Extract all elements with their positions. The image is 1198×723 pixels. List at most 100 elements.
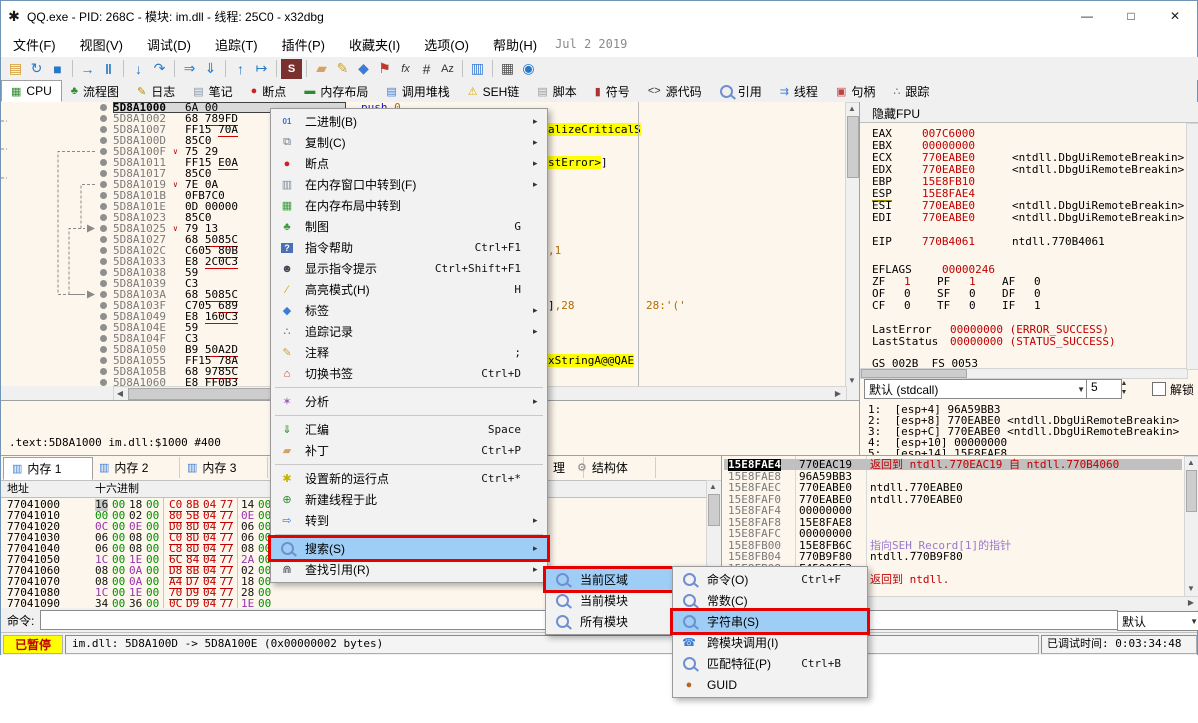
search-type-submenu-item[interactable]: ☎跨模块调用(I) [673,632,867,653]
close-button[interactable]: ✕ [1153,1,1197,31]
tab-symbols[interactable]: ▮符号 [586,80,639,102]
breakpoint-dot[interactable] [100,214,107,221]
tab-threads[interactable]: ⇉线程 [771,80,827,102]
breakpoint-dot[interactable] [100,104,107,111]
breakpoint-dot[interactable] [100,126,107,133]
restart-icon[interactable]: ↻ [26,59,47,79]
breakpoint-dot[interactable] [100,313,107,320]
flag-value[interactable]: 0 [904,300,911,312]
stack-row[interactable]: 15E8FB0015E8FB6C指向SEH_Record[1]的指针 [722,540,1182,551]
context-menu-item[interactable]: ◆标签▸ [271,300,547,321]
context-menu-item[interactable]: ●断点▸ [271,153,547,174]
minimize-button[interactable]: — [1065,1,1109,31]
calculator-icon[interactable]: ▦ [497,59,518,79]
breakpoint-dot[interactable] [100,148,107,155]
context-menu-item[interactable]: ♣制图G [271,216,547,237]
context-menu-item[interactable]: ☻显示指令提示Ctrl+Shift+F1 [271,258,547,279]
breakpoint-dot[interactable] [100,258,107,265]
context-menu-item[interactable]: ▰补丁Ctrl+P [271,440,547,461]
stack-row[interactable]: 15E8FAF400000000 [722,505,1182,516]
stack-row[interactable]: 15E8FAF815E8FAE8 [722,517,1182,528]
comment-icon[interactable]: ✎ [332,59,353,79]
search-type-submenu-item[interactable]: 常数(C) [673,590,867,611]
menubar-item[interactable]: 帮助(H) [481,31,549,58]
context-menu-item[interactable]: ⋒查找引用(R)▸ [271,559,547,580]
dump-tab-3[interactable]: ▥内存 3 [179,457,268,478]
registers-hscrollbar[interactable] [860,368,1188,379]
search-type-submenu-item[interactable]: 命令(O)Ctrl+F [673,569,867,590]
execute-till-return-icon[interactable]: ⇓ [200,59,221,79]
search-type-submenu-item[interactable]: 字符串(S) [673,611,867,632]
breakpoint-dot[interactable] [100,357,107,364]
breakpoint-dot[interactable] [100,181,107,188]
stop-icon[interactable]: ■ [47,59,68,79]
context-menu-item[interactable]: ⇨转到▸ [271,510,547,531]
az-icon[interactable]: Az [437,59,458,79]
tab-memory-map[interactable]: ▬内存布局 [295,80,377,102]
stack-row[interactable]: 15E8FAF0770EABE0ntdll.770EABE0 [722,494,1182,505]
breakpoint-dot[interactable] [100,115,107,122]
context-menu-item[interactable]: ✱设置新的运行点Ctrl+* [271,468,547,489]
run-trace-icon[interactable]: ↦ [251,59,272,79]
breakpoint-dot[interactable] [100,324,107,331]
breakpoint-dot[interactable] [100,137,107,144]
command-profile-dropdown[interactable]: 默认▼ [1117,611,1198,631]
calling-convention-dropdown[interactable]: 默认 (stdcall)▼ [864,379,1090,399]
tab-handles[interactable]: ▣句柄 [827,80,884,102]
menubar-item[interactable]: 追踪(T) [203,31,270,58]
menubar-item[interactable]: 视图(V) [68,31,135,58]
context-menu-item[interactable]: 搜索(S)▸ [271,538,547,559]
breakpoint-dot[interactable] [100,203,107,210]
context-menu-item[interactable]: ⌂切换书签Ctrl+D [271,363,547,384]
context-menu-item[interactable]: ✎注释; [271,342,547,363]
search-type-submenu-item[interactable]: 匹配特征(P)Ctrl+B [673,653,867,674]
hide-fpu-button[interactable]: 隐藏FPU [872,105,920,122]
flag-value[interactable]: 0 [969,300,976,312]
tab-trace[interactable]: ∴跟踪 [884,80,938,102]
run-icon[interactable]: → [77,59,98,79]
breakpoint-dot[interactable] [100,280,107,287]
stack-row[interactable]: 15E8FAE896A59BB3 [722,471,1182,482]
source-mode-icon[interactable]: S [281,59,302,79]
breakpoint-dot[interactable] [100,192,107,199]
bookmark-icon[interactable]: ⚑ [374,59,395,79]
tab-seh-chain[interactable]: ⚠SEH链 [459,80,529,102]
globe-icon[interactable]: ◉ [518,59,539,79]
run-to-user-code-icon[interactable]: ⇒ [179,59,200,79]
step-into-icon[interactable]: ↓ [128,59,149,79]
tab-breakpoints[interactable]: ●断点 [242,80,296,102]
register-value[interactable]: 770EABE0 [922,212,975,224]
open-file-icon[interactable]: ▤ [5,59,26,79]
breakpoint-dot[interactable] [100,368,107,375]
hash-icon[interactable]: # [416,59,437,79]
breakpoint-dot[interactable] [100,302,107,309]
label-icon[interactable]: ◆ [353,59,374,79]
flag-value[interactable]: 1 [1034,300,1041,312]
context-menu-item[interactable]: ⇓汇编Space [271,419,547,440]
breakpoint-dot[interactable] [100,236,107,243]
stack-row[interactable]: 15E8FAFC00000000 [722,528,1182,539]
menubar-item[interactable]: 文件(F) [1,31,68,58]
step-out-icon[interactable]: ↑ [230,59,251,79]
menubar-item[interactable]: 收藏夹(I) [337,31,412,58]
stack-vscrollbar[interactable]: ▲ ▼ [1184,456,1198,598]
spinner-buttons[interactable]: ▲▼ [1118,379,1130,397]
menubar-item[interactable]: 选项(O) [412,31,481,58]
stack-row[interactable]: 15E8FAE4770EAC19返回到 ntdll.770EAC19 自 ntd… [722,459,1182,470]
stack-row[interactable]: 15E8FAEC770EABE0ntdll.770EABE0 [722,482,1182,493]
step-over-icon[interactable]: ↷ [149,59,170,79]
breakpoint-dot[interactable] [100,170,107,177]
context-menu-item[interactable]: ⊕新建线程于此 [271,489,547,510]
argument-count-spinner[interactable]: 5 [1086,379,1122,399]
breakpoint-dot[interactable] [100,379,107,386]
context-menu-item[interactable]: ▥在内存窗口中转到(F)▸ [271,174,547,195]
context-menu-item[interactable]: ?指令帮助Ctrl+F1 [271,237,547,258]
fx-icon[interactable]: fx [395,59,416,79]
registers-vscrollbar[interactable] [1186,123,1198,370]
menubar-item[interactable]: 插件(P) [270,31,337,58]
modules-icon[interactable]: ▥ [467,59,488,79]
tab-cpu[interactable]: ▦CPU [1,80,62,102]
tab-script[interactable]: ▤脚本 [528,80,585,102]
breakpoint-dot[interactable] [100,225,107,232]
context-menu-item[interactable]: ∴追踪记录▸ [271,321,547,342]
